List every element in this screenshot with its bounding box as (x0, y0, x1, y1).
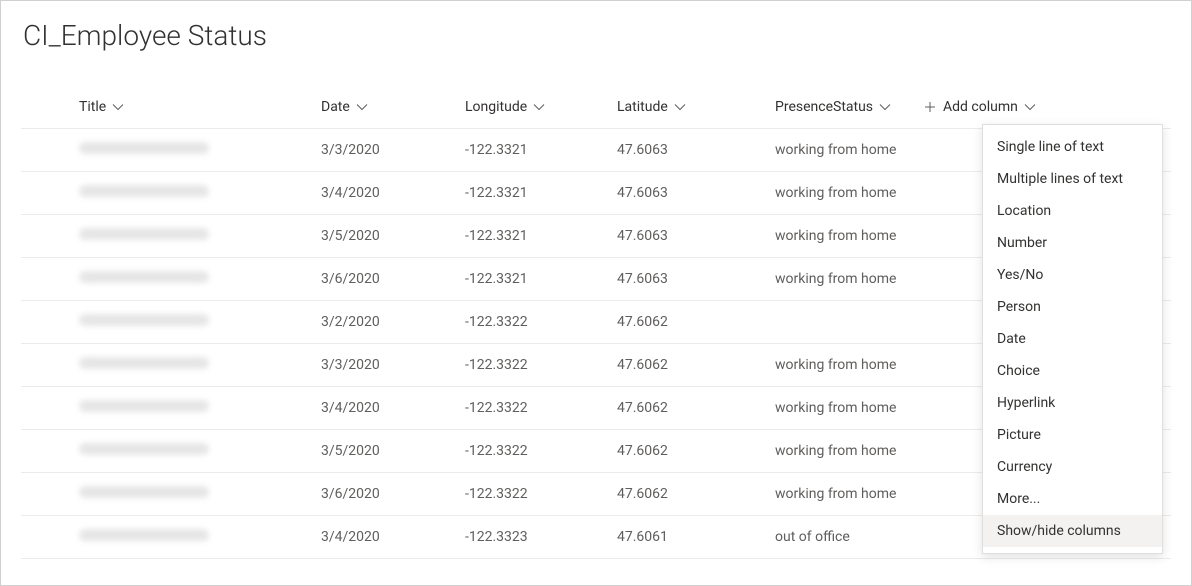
dropdown-item[interactable]: More... (983, 483, 1162, 515)
redacted-title (79, 142, 209, 154)
cell-latitude: 47.6062 (617, 389, 775, 427)
cell-presence-status: working from home (775, 260, 923, 298)
cell-presence-status: working from home (775, 475, 923, 513)
cell-date: 3/5/2020 (321, 217, 465, 255)
cell-latitude: 47.6063 (617, 260, 775, 298)
cell-title[interactable] (21, 518, 321, 556)
cell-latitude: 47.6063 (617, 174, 775, 212)
cell-latitude: 47.6063 (617, 217, 775, 255)
redacted-title (79, 529, 209, 541)
chevron-down-icon (879, 101, 891, 113)
cell-presence-status: out of office (775, 518, 923, 556)
list-view-frame: CI_Employee Status Title Date Longitude (0, 0, 1192, 586)
redacted-title (79, 443, 209, 455)
cell-title[interactable] (21, 174, 321, 212)
cell-longitude: -122.3322 (465, 432, 617, 470)
redacted-title (79, 357, 209, 369)
dropdown-item[interactable]: Show/hide columns (983, 515, 1162, 547)
cell-title[interactable] (21, 217, 321, 255)
cell-longitude: -122.3322 (465, 389, 617, 427)
dropdown-item[interactable]: Currency (983, 451, 1162, 483)
cell-title[interactable] (21, 389, 321, 427)
chevron-down-icon (1024, 101, 1036, 113)
redacted-title (79, 314, 209, 326)
cell-longitude: -122.3321 (465, 174, 617, 212)
cell-longitude: -122.3322 (465, 346, 617, 384)
cell-longitude: -122.3322 (465, 475, 617, 513)
column-header-label: Title (79, 99, 106, 115)
cell-title[interactable] (21, 303, 321, 341)
column-header-latitude[interactable]: Latitude (617, 89, 775, 125)
dropdown-item[interactable]: Picture (983, 419, 1162, 451)
column-header-label: Date (321, 99, 350, 115)
column-header-date[interactable]: Date (321, 89, 465, 125)
dropdown-item[interactable]: Person (983, 291, 1162, 323)
cell-date: 3/6/2020 (321, 260, 465, 298)
cell-longitude: -122.3322 (465, 303, 617, 341)
dropdown-item[interactable]: Number (983, 227, 1162, 259)
column-header-label: Latitude (617, 99, 668, 115)
cell-presence-status: working from home (775, 389, 923, 427)
add-column-label: Add column (943, 99, 1018, 115)
cell-title[interactable] (21, 475, 321, 513)
cell-latitude: 47.6061 (617, 518, 775, 556)
cell-presence-status (775, 311, 923, 333)
cell-date: 3/5/2020 (321, 432, 465, 470)
dropdown-item[interactable]: Location (983, 195, 1162, 227)
cell-presence-status: working from home (775, 432, 923, 470)
cell-latitude: 47.6062 (617, 346, 775, 384)
cell-presence-status: working from home (775, 131, 923, 169)
column-header-presence-status[interactable]: PresenceStatus (775, 89, 923, 125)
dropdown-item[interactable]: Date (983, 323, 1162, 355)
dropdown-item[interactable]: Choice (983, 355, 1162, 387)
table-header-row: Title Date Longitude Latitude (21, 86, 1171, 129)
cell-longitude: -122.3323 (465, 518, 617, 556)
cell-latitude: 47.6062 (617, 303, 775, 341)
column-header-title[interactable]: Title (21, 89, 321, 125)
redacted-title (79, 271, 209, 283)
redacted-title (79, 185, 209, 197)
cell-date: 3/3/2020 (321, 346, 465, 384)
cell-title[interactable] (21, 260, 321, 298)
add-column-dropdown: Single line of textMultiple lines of tex… (982, 124, 1163, 554)
cell-date: 3/4/2020 (321, 389, 465, 427)
redacted-title (79, 400, 209, 412)
dropdown-item[interactable]: Yes/No (983, 259, 1162, 291)
cell-date: 3/2/2020 (321, 303, 465, 341)
cell-longitude: -122.3321 (465, 217, 617, 255)
list-title: CI_Employee Status (23, 19, 1171, 52)
plus-icon (923, 100, 937, 114)
cell-latitude: 47.6063 (617, 131, 775, 169)
chevron-down-icon (674, 101, 686, 113)
cell-title[interactable] (21, 346, 321, 384)
add-column-button[interactable]: Add column (923, 89, 1063, 125)
column-header-longitude[interactable]: Longitude (465, 89, 617, 125)
cell-longitude: -122.3321 (465, 260, 617, 298)
cell-date: 3/4/2020 (321, 174, 465, 212)
cell-presence-status: working from home (775, 174, 923, 212)
redacted-title (79, 228, 209, 240)
cell-date: 3/6/2020 (321, 475, 465, 513)
cell-title[interactable] (21, 131, 321, 169)
cell-title[interactable] (21, 432, 321, 470)
cell-presence-status: working from home (775, 346, 923, 384)
chevron-down-icon (533, 101, 545, 113)
cell-longitude: -122.3321 (465, 131, 617, 169)
dropdown-item[interactable]: Single line of text (983, 131, 1162, 163)
chevron-down-icon (356, 101, 368, 113)
chevron-down-icon (112, 101, 124, 113)
dropdown-item[interactable]: Multiple lines of text (983, 163, 1162, 195)
cell-presence-status: working from home (775, 217, 923, 255)
cell-latitude: 47.6062 (617, 432, 775, 470)
cell-date: 3/3/2020 (321, 131, 465, 169)
cell-latitude: 47.6062 (617, 475, 775, 513)
column-header-label: Longitude (465, 99, 527, 115)
cell-date: 3/4/2020 (321, 518, 465, 556)
column-header-label: PresenceStatus (775, 99, 873, 115)
dropdown-item[interactable]: Hyperlink (983, 387, 1162, 419)
redacted-title (79, 486, 209, 498)
